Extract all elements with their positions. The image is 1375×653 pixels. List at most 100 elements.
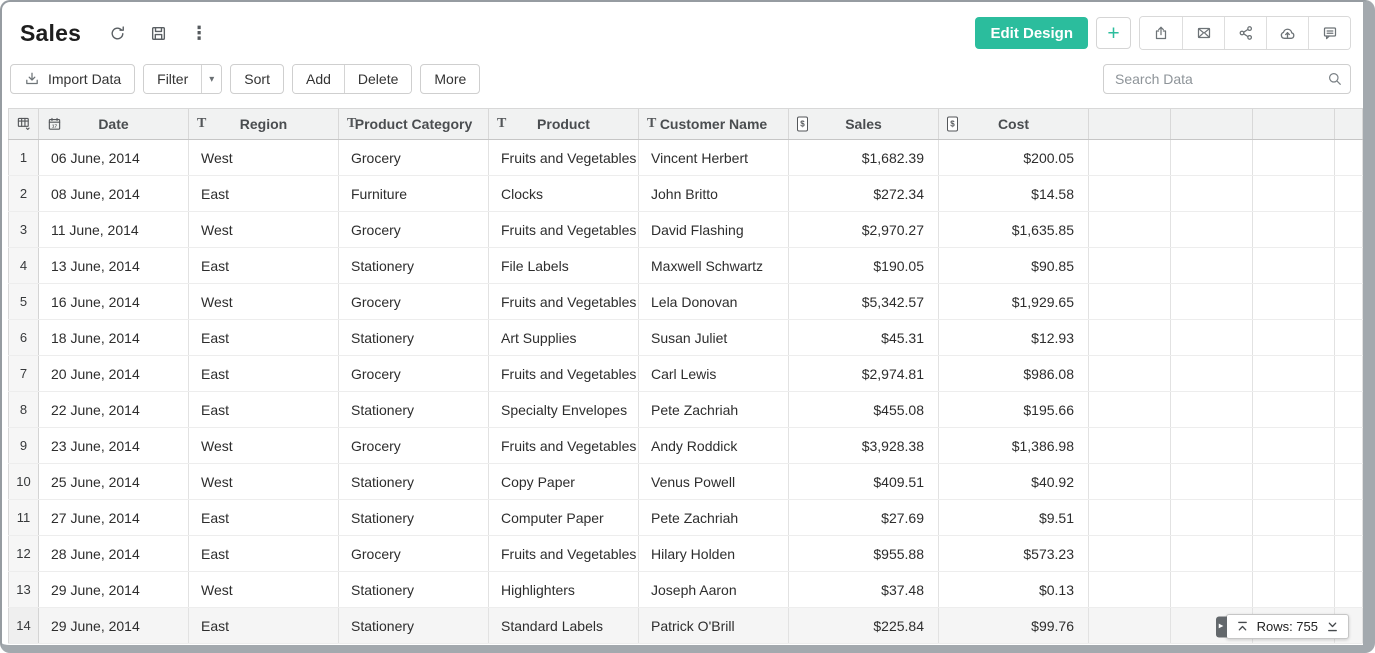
table-cell[interactable]: $12.93 (939, 320, 1089, 356)
table-cell[interactable]: Computer Paper (489, 500, 639, 536)
table-cell[interactable]: 27 June, 2014 (39, 500, 189, 536)
filter-dropdown-button[interactable]: ▾ (201, 65, 221, 93)
row-number[interactable]: 12 (9, 536, 39, 572)
table-cell[interactable]: Susan Juliet (639, 320, 789, 356)
table-cell[interactable]: Fruits and Vegetables (489, 140, 639, 176)
table-cell[interactable]: 06 June, 2014 (39, 140, 189, 176)
table-cell[interactable]: 28 June, 2014 (39, 536, 189, 572)
table-cell[interactable]: Hilary Holden (639, 536, 789, 572)
row-number[interactable]: 11 (9, 500, 39, 536)
table-cell[interactable]: 29 June, 2014 (39, 572, 189, 608)
jump-to-top-icon[interactable] (1236, 620, 1249, 633)
save-icon[interactable] (148, 23, 168, 43)
table-cell[interactable]: John Britto (639, 176, 789, 212)
table-cell[interactable]: East (189, 356, 339, 392)
filter-button[interactable]: Filter (144, 65, 201, 93)
row-number[interactable]: 13 (9, 572, 39, 608)
table-cell[interactable]: $573.23 (939, 536, 1089, 572)
table-cell[interactable]: $409.51 (789, 464, 939, 500)
delete-button[interactable]: Delete (344, 65, 411, 93)
table-cell[interactable]: East (189, 500, 339, 536)
table-cell[interactable]: Grocery (339, 284, 489, 320)
table-cell[interactable]: 20 June, 2014 (39, 356, 189, 392)
table-cell[interactable]: Carl Lewis (639, 356, 789, 392)
table-cell[interactable]: Clocks (489, 176, 639, 212)
table-cell[interactable]: Art Supplies (489, 320, 639, 356)
column-header[interactable]: TRegion (189, 109, 339, 140)
table-cell[interactable]: $99.76 (939, 608, 1089, 644)
row-number[interactable]: 3 (9, 212, 39, 248)
table-cell[interactable]: Stationery (339, 392, 489, 428)
table-cell[interactable]: East (189, 536, 339, 572)
table-cell[interactable]: Venus Powell (639, 464, 789, 500)
table-cell[interactable]: 25 June, 2014 (39, 464, 189, 500)
more-button[interactable]: More (420, 64, 480, 94)
table-cell[interactable]: $0.13 (939, 572, 1089, 608)
table-cell[interactable]: Fruits and Vegetables (489, 428, 639, 464)
table-cell[interactable]: East (189, 320, 339, 356)
table-cell[interactable]: West (189, 284, 339, 320)
row-number[interactable]: 8 (9, 392, 39, 428)
row-number[interactable]: 5 (9, 284, 39, 320)
table-cell[interactable]: Fruits and Vegetables (489, 356, 639, 392)
table-cell[interactable]: Specialty Envelopes (489, 392, 639, 428)
table-cell[interactable]: $190.05 (789, 248, 939, 284)
table-cell[interactable]: Lela Donovan (639, 284, 789, 320)
table-cell[interactable]: West (189, 140, 339, 176)
row-number[interactable]: 2 (9, 176, 39, 212)
table-cell[interactable]: $1,386.98 (939, 428, 1089, 464)
add-button[interactable]: Add (293, 65, 344, 93)
collapse-tab[interactable]: ▶ (1216, 616, 1227, 637)
table-cell[interactable]: $2,970.27 (789, 212, 939, 248)
table-cell[interactable]: East (189, 608, 339, 644)
table-cell[interactable]: $200.05 (939, 140, 1089, 176)
import-data-button[interactable]: Import Data (10, 64, 135, 94)
table-cell[interactable]: Joseph Aaron (639, 572, 789, 608)
table-cell[interactable]: Grocery (339, 536, 489, 572)
table-cell[interactable]: Pete Zachriah (639, 500, 789, 536)
table-cell[interactable]: Fruits and Vegetables (489, 284, 639, 320)
table-cell[interactable]: $5,342.57 (789, 284, 939, 320)
table-cell[interactable]: Stationery (339, 248, 489, 284)
table-cell[interactable]: $40.92 (939, 464, 1089, 500)
table-cell[interactable]: Standard Labels (489, 608, 639, 644)
row-number[interactable]: 14 (9, 608, 39, 644)
table-cell[interactable]: Patrick O'Brill (639, 608, 789, 644)
column-header[interactable]: 17Date (39, 109, 189, 140)
table-cell[interactable]: $9.51 (939, 500, 1089, 536)
table-cell[interactable]: 13 June, 2014 (39, 248, 189, 284)
table-cell[interactable]: $3,928.38 (789, 428, 939, 464)
table-cell[interactable]: Grocery (339, 428, 489, 464)
row-number[interactable]: 9 (9, 428, 39, 464)
table-cell[interactable]: Maxwell Schwartz (639, 248, 789, 284)
table-cell[interactable]: West (189, 572, 339, 608)
table-cell[interactable]: Highlighters (489, 572, 639, 608)
table-cell[interactable]: David Flashing (639, 212, 789, 248)
table-cell[interactable]: Grocery (339, 356, 489, 392)
row-number[interactable]: 1 (9, 140, 39, 176)
sort-button[interactable]: Sort (230, 64, 284, 94)
table-cell[interactable]: $2,974.81 (789, 356, 939, 392)
column-header[interactable]: TCustomer Name (639, 109, 789, 140)
table-cell[interactable]: West (189, 464, 339, 500)
table-cell[interactable]: Pete Zachriah (639, 392, 789, 428)
table-cell[interactable]: $37.48 (789, 572, 939, 608)
row-number[interactable]: 10 (9, 464, 39, 500)
row-number[interactable]: 7 (9, 356, 39, 392)
select-all-header[interactable] (9, 109, 39, 140)
table-cell[interactable]: Stationery (339, 320, 489, 356)
add-icon[interactable]: + (1096, 17, 1131, 49)
cloud-upload-icon[interactable] (1266, 17, 1308, 49)
row-number[interactable]: 4 (9, 248, 39, 284)
table-cell[interactable]: Furniture (339, 176, 489, 212)
edit-design-button[interactable]: Edit Design (975, 17, 1088, 49)
column-header[interactable]: $Cost (939, 109, 1089, 140)
table-cell[interactable]: $1,635.85 (939, 212, 1089, 248)
table-cell[interactable]: $1,929.65 (939, 284, 1089, 320)
table-cell[interactable]: 11 June, 2014 (39, 212, 189, 248)
jump-to-bottom-icon[interactable] (1326, 620, 1339, 633)
table-cell[interactable]: East (189, 176, 339, 212)
table-cell[interactable]: West (189, 428, 339, 464)
table-cell[interactable]: $14.58 (939, 176, 1089, 212)
table-cell[interactable]: East (189, 392, 339, 428)
